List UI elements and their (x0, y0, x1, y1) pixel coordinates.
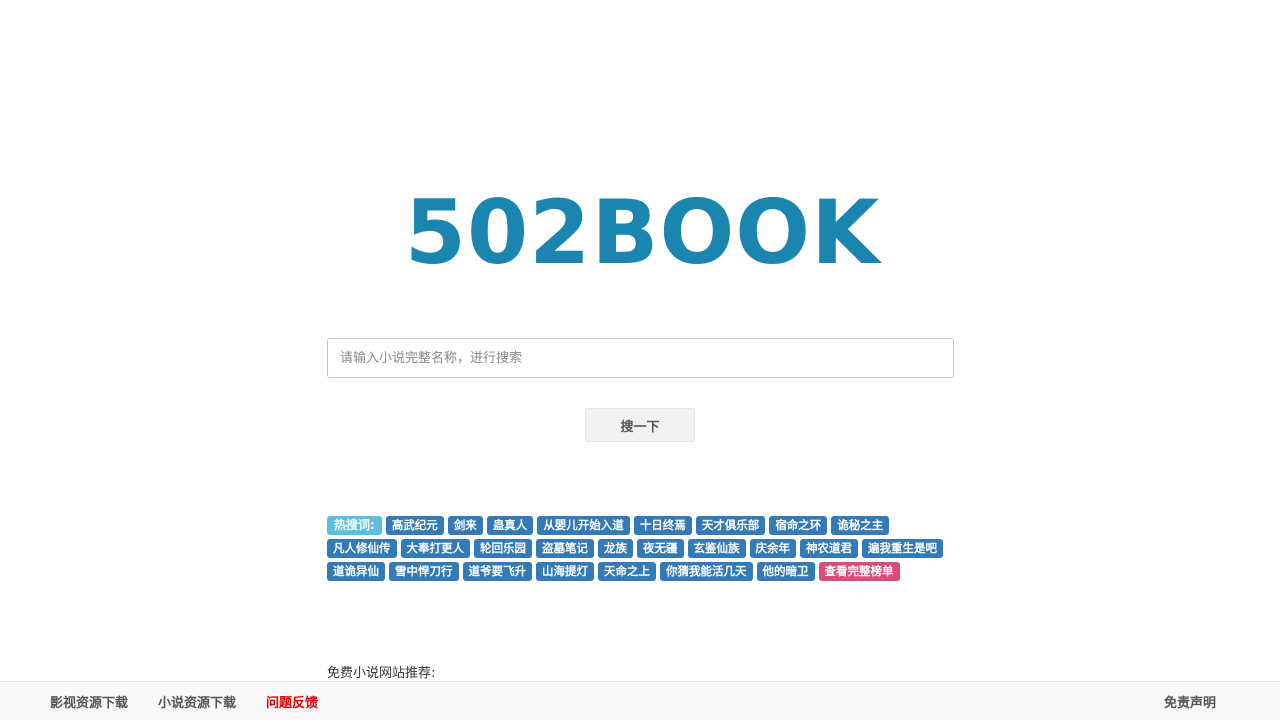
hot-tag[interactable]: 十日终焉 (633, 516, 692, 535)
full-list-button[interactable]: 查看完整榜单 (818, 562, 900, 581)
hot-tag[interactable]: 从婴儿开始入道 (537, 516, 630, 535)
site-logo[interactable]: 502BOOK (405, 183, 880, 283)
hot-tag[interactable]: 你猜我能活几天 (660, 562, 753, 581)
hot-tag[interactable]: 龙族 (598, 539, 633, 558)
hot-tag[interactable]: 道诡异仙 (327, 562, 385, 581)
hot-tag[interactable]: 盗墓笔记 (536, 539, 594, 558)
hot-tag[interactable]: 高武纪元 (385, 516, 444, 535)
hot-tag[interactable]: 夜无疆 (637, 539, 684, 558)
hot-tag[interactable]: 遍我重生是吧 (862, 539, 943, 558)
hot-tag[interactable]: 雪中悍刀行 (389, 562, 459, 581)
hot-tag[interactable]: 蛊真人 (486, 516, 534, 535)
hot-tag[interactable]: 玄鉴仙族 (687, 539, 746, 558)
hot-tag[interactable]: 宿命之环 (769, 516, 828, 535)
hot-search-tags: 热搜词: 高武纪元 剑来 蛊真人 从婴儿开始入道 十日终焉 天才俱乐部 宿命之环… (327, 516, 957, 581)
hot-search-label: 热搜词: (327, 516, 382, 535)
hot-tag[interactable]: 道爷要飞升 (462, 562, 532, 581)
hot-tag[interactable]: 大奉打更人 (400, 539, 470, 558)
hot-tag[interactable]: 剑来 (447, 516, 483, 535)
hot-tag[interactable]: 神农道君 (800, 539, 858, 558)
hot-tag[interactable]: 凡人修仙传 (327, 539, 397, 558)
hot-tag[interactable]: 庆余年 (749, 539, 796, 558)
footer-link-feedback[interactable]: 问题反馈 (266, 692, 318, 711)
hot-tag[interactable]: 天才俱乐部 (695, 516, 766, 535)
search-input[interactable] (327, 338, 954, 378)
hot-tag[interactable]: 他的暗卫 (756, 562, 815, 581)
search-button[interactable]: 搜一下 (585, 408, 695, 442)
footer-link-disclaimer[interactable]: 免责声明 (1164, 692, 1216, 711)
footer-link-video-download[interactable]: 影视资源下载 (50, 692, 128, 711)
hot-tag[interactable]: 诡秘之主 (831, 516, 890, 535)
hot-tag[interactable]: 天命之上 (598, 562, 656, 581)
footer-bar: 影视资源下载 小说资源下载 问题反馈 免责声明 (0, 681, 1280, 720)
footer-link-novel-download[interactable]: 小说资源下载 (158, 692, 236, 711)
hot-tag[interactable]: 轮回乐园 (474, 539, 532, 558)
hot-tag[interactable]: 山海提灯 (536, 562, 594, 581)
recommend-label: 免费小说网站推荐: (327, 666, 436, 681)
